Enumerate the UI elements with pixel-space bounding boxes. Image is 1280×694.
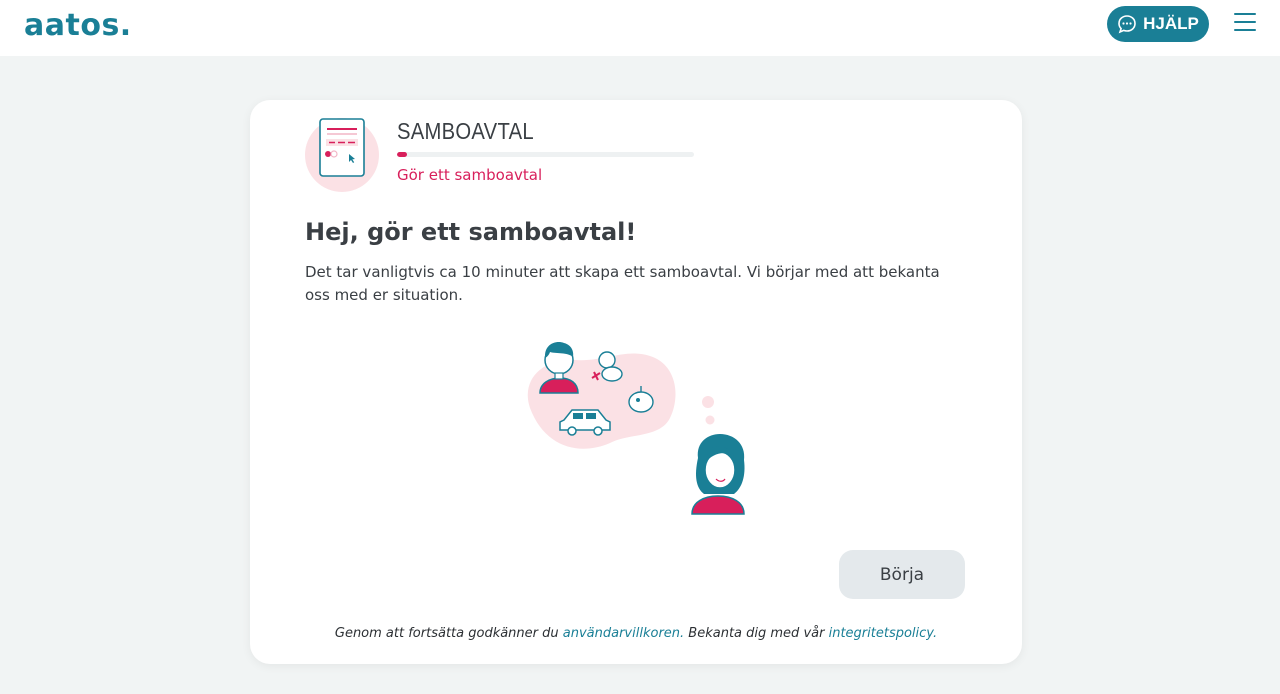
terms-notice: Genom att fortsätta godkänner du använda… [250, 626, 1022, 641]
terms-middle: Bekanta dig med vår [684, 626, 829, 641]
aatos-logo[interactable]: aatos. [24, 8, 132, 43]
document-icon-badge [305, 118, 379, 192]
document-form-icon [319, 118, 365, 177]
progress-bar [397, 152, 694, 157]
help-button-label: HJÄLP [1143, 14, 1199, 33]
couple-illustration [527, 342, 745, 515]
hamburger-menu-icon[interactable] [1234, 13, 1258, 35]
top-bar: aatos. HJÄLP [0, 0, 1280, 56]
privacy-policy-link[interactable]: integritetspolicy. [829, 626, 938, 641]
onboarding-card: SAMBOAVTAL Gör ett samboavtal Hej, gör e… [250, 100, 1022, 664]
section-title: SAMBOAVTAL [397, 118, 534, 144]
terms-of-use-link[interactable]: användarvillkoren. [563, 626, 684, 641]
step-label: Gör ett samboavtal [397, 166, 543, 184]
intro-text: Det tar vanligtvis ca 10 minuter att ska… [305, 263, 940, 304]
progress-bar-fill [397, 152, 408, 157]
terms-prefix: Genom att fortsätta godkänner du [334, 626, 563, 641]
start-button[interactable]: Börja [839, 550, 965, 599]
page-heading: Hej, gör ett samboavtal! [305, 218, 637, 246]
help-button[interactable]: HJÄLP [1107, 6, 1209, 42]
chat-bubble-icon [1118, 15, 1136, 34]
